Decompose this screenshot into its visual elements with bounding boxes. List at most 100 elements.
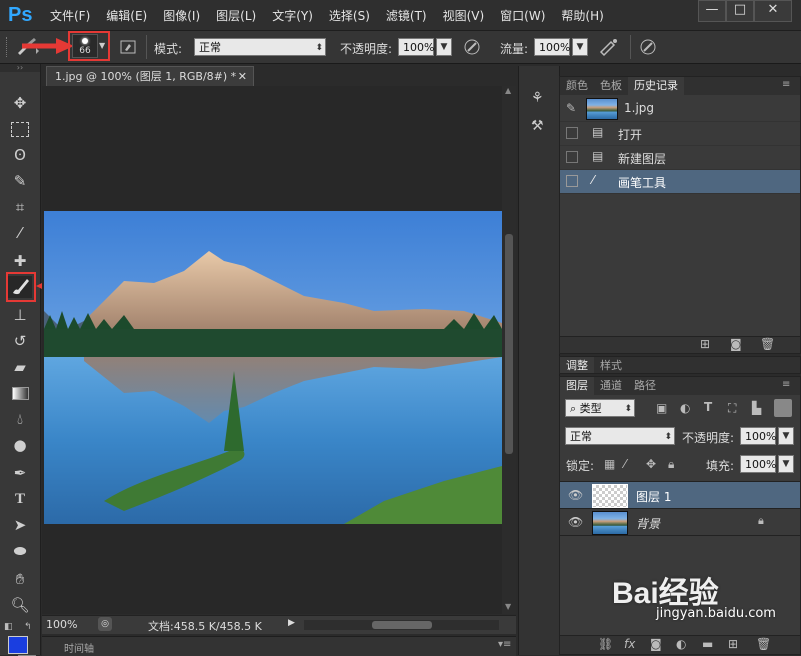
opacity-input[interactable]: 100% bbox=[398, 38, 434, 56]
trash-icon[interactable]: 🗑︎ bbox=[760, 337, 775, 351]
default-colors-icon[interactable]: ◧ bbox=[4, 622, 13, 632]
brush-presets-icon[interactable]: ⚘ bbox=[531, 90, 544, 106]
tool-presets-icon[interactable]: ⚒ bbox=[531, 118, 544, 134]
brush-preset-picker[interactable]: 66 bbox=[72, 34, 98, 58]
lock-transparent-icon[interactable]: ▦ bbox=[604, 457, 615, 471]
panel-menu-icon[interactable]: ▾≡ bbox=[498, 639, 511, 650]
camera-icon[interactable]: ◙ bbox=[730, 337, 742, 351]
lasso-tool-icon[interactable]: ʘ bbox=[8, 144, 32, 166]
layer-opacity-input[interactable]: 100% bbox=[740, 427, 776, 445]
new-layer-icon[interactable]: ⊞ bbox=[728, 637, 738, 651]
trash-icon[interactable]: 🗑︎ bbox=[756, 637, 771, 651]
history-item-new-layer[interactable]: ▤ 新建图层 bbox=[560, 146, 800, 170]
layer-name[interactable]: 背景 bbox=[636, 515, 660, 532]
new-document-from-state-icon[interactable]: ⊞ bbox=[700, 337, 710, 351]
minimize-button[interactable]: — bbox=[698, 0, 726, 22]
clone-stamp-tool-icon[interactable]: ⊥ bbox=[8, 304, 32, 326]
adjustment-layer-icon[interactable]: ◐ bbox=[676, 637, 686, 651]
layer-opacity-dropdown[interactable]: ▼ bbox=[778, 427, 794, 445]
history-item-open[interactable]: ▤ 打开 bbox=[560, 122, 800, 146]
blur-tool-icon[interactable]: 💧︎ bbox=[8, 408, 32, 430]
vertical-scrollbar[interactable]: ▲ ▼ bbox=[502, 86, 516, 614]
lock-all-icon[interactable]: 🔒︎ bbox=[668, 457, 674, 472]
horizontal-scrollbar[interactable] bbox=[304, 620, 499, 630]
quick-selection-tool-icon[interactable]: ✎ bbox=[8, 170, 32, 192]
move-tool-icon[interactable]: ✥ bbox=[8, 92, 32, 114]
menu-image[interactable]: 图像(I) bbox=[163, 7, 200, 24]
zoom-tool-icon[interactable]: 🔍︎ bbox=[8, 594, 32, 616]
history-snapshot[interactable]: ✎ 1.jpg bbox=[560, 95, 800, 122]
marquee-tool-icon[interactable] bbox=[8, 118, 32, 140]
dodge-tool-icon[interactable]: ● bbox=[8, 434, 32, 456]
history-checkbox[interactable] bbox=[566, 175, 578, 187]
flow-dropdown-button[interactable]: ▼ bbox=[572, 38, 588, 56]
landscape-image[interactable] bbox=[44, 211, 502, 524]
history-checkbox[interactable] bbox=[566, 151, 578, 163]
scroll-up-icon[interactable]: ▲ bbox=[505, 86, 511, 95]
status-info-icon[interactable]: ◎ bbox=[98, 617, 112, 631]
status-menu-arrow-icon[interactable]: ▶ bbox=[288, 618, 295, 628]
pressure-opacity-button[interactable] bbox=[462, 37, 482, 60]
eye-icon[interactable]: 👁︎ bbox=[568, 515, 583, 529]
history-item-brush-tool[interactable]: ⁄ 画笔工具 bbox=[560, 170, 800, 194]
layer-style-icon[interactable]: fx bbox=[624, 637, 635, 651]
link-layers-icon[interactable]: ⛓︎ bbox=[598, 637, 613, 651]
tab-paths[interactable]: 路径 bbox=[628, 377, 662, 395]
tab-channels[interactable]: 通道 bbox=[594, 377, 628, 395]
opacity-dropdown-button[interactable]: ▼ bbox=[436, 38, 452, 56]
tab-adjustments[interactable]: 调整 bbox=[560, 357, 594, 373]
path-selection-tool-icon[interactable]: ➤ bbox=[8, 514, 32, 536]
swap-colors-icon[interactable]: ↰ bbox=[24, 622, 32, 632]
tab-styles[interactable]: 样式 bbox=[594, 357, 628, 373]
close-tab-icon[interactable]: ✕ bbox=[238, 67, 247, 87]
filter-smart-object-icon[interactable]: ▙ bbox=[752, 401, 761, 415]
menu-type[interactable]: 文字(Y) bbox=[272, 7, 313, 24]
timeline-label[interactable]: 时间轴 bbox=[64, 640, 94, 655]
new-group-icon[interactable]: ▬ bbox=[702, 637, 713, 651]
tab-history[interactable]: 历史记录 bbox=[628, 77, 684, 95]
tab-layers[interactable]: 图层 bbox=[560, 377, 594, 395]
crop-tool-icon[interactable]: ⌗ bbox=[8, 196, 32, 218]
airbrush-button[interactable] bbox=[598, 37, 620, 60]
panel-menu-icon[interactable]: ≡ bbox=[782, 79, 790, 90]
menu-file[interactable]: 文件(F) bbox=[50, 7, 90, 24]
horizontal-scrollbar-thumb[interactable] bbox=[372, 621, 432, 629]
grip-handle[interactable] bbox=[6, 37, 9, 57]
history-brush-source-icon[interactable]: ✎ bbox=[566, 101, 576, 115]
pen-tool-icon[interactable]: ✒ bbox=[8, 462, 32, 484]
maximize-button[interactable]: □ bbox=[726, 0, 754, 22]
type-tool-icon[interactable]: T bbox=[8, 488, 32, 510]
layer-name[interactable]: 图层 1 bbox=[636, 488, 671, 505]
toolbar-collapse-icon[interactable]: ›› bbox=[0, 64, 40, 72]
menu-select[interactable]: 选择(S) bbox=[329, 7, 370, 24]
fill-input[interactable]: 100% bbox=[740, 455, 776, 473]
history-brush-tool-icon[interactable]: ↺ bbox=[8, 330, 32, 352]
filter-pixel-icon[interactable]: ▣ bbox=[656, 401, 667, 415]
scrollbar-thumb[interactable] bbox=[505, 234, 513, 454]
mode-select[interactable]: 正常 ⬍ bbox=[194, 38, 326, 56]
flow-input[interactable]: 100% bbox=[534, 38, 570, 56]
chevron-down-icon[interactable]: ▼ bbox=[99, 41, 105, 50]
ellipse-tool-icon[interactable]: ⬬ bbox=[8, 540, 32, 562]
tab-swatches[interactable]: 色板 bbox=[594, 77, 628, 95]
layer-row-background[interactable]: 👁︎ 背景 🔒︎ bbox=[560, 508, 800, 536]
eyedropper-tool-icon[interactable]: ⁄ bbox=[8, 222, 32, 244]
brush-panel-toggle[interactable] bbox=[120, 38, 138, 56]
menu-layer[interactable]: 图层(L) bbox=[216, 7, 256, 24]
eraser-tool-icon[interactable]: ▰ bbox=[8, 356, 32, 378]
document-canvas-area[interactable] bbox=[42, 86, 516, 614]
brush-tool-icon[interactable] bbox=[8, 276, 32, 298]
eye-icon[interactable]: 👁︎ bbox=[568, 488, 583, 502]
menu-filter[interactable]: 滤镜(T) bbox=[386, 7, 427, 24]
history-checkbox[interactable] bbox=[566, 127, 578, 139]
lock-pixels-icon[interactable]: ⁄ bbox=[624, 457, 626, 471]
gradient-tool-icon[interactable] bbox=[8, 382, 32, 404]
tab-color[interactable]: 颜色 bbox=[560, 77, 594, 95]
filter-adjustment-icon[interactable]: ◐ bbox=[680, 401, 690, 415]
panel-menu-icon[interactable]: ≡ bbox=[782, 379, 790, 390]
lock-position-icon[interactable]: ✥ bbox=[646, 457, 656, 471]
document-tab[interactable]: 1.jpg @ 100% (图层 1, RGB/8#) * ✕ bbox=[46, 66, 254, 86]
healing-brush-tool-icon[interactable]: ✚ bbox=[8, 250, 32, 272]
scroll-down-icon[interactable]: ▼ bbox=[505, 602, 511, 611]
close-button[interactable]: ✕ bbox=[754, 0, 792, 22]
